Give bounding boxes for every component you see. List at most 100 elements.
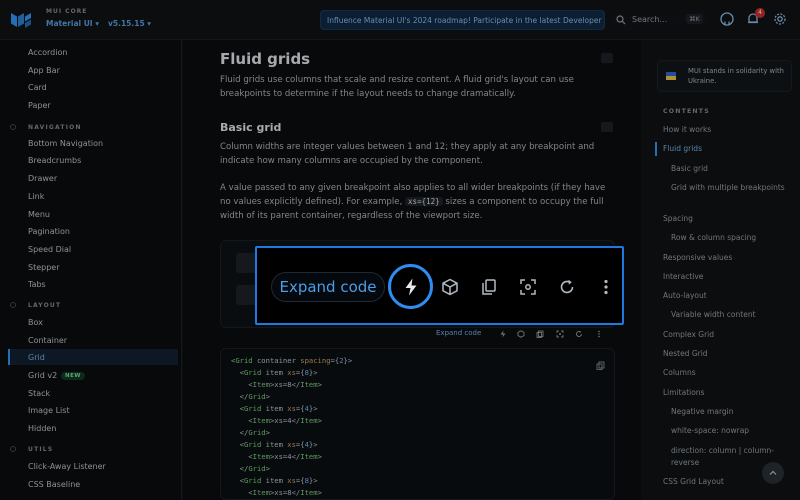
bolt-icon <box>405 278 417 296</box>
sidebar-item-menu[interactable]: Menu <box>28 210 50 219</box>
ukraine-flag-icon <box>666 72 676 80</box>
sidebar-item-accordion[interactable]: Accordion <box>28 48 67 57</box>
copy-icon <box>482 279 496 295</box>
toc-item[interactable]: Variable width content <box>671 309 789 321</box>
sidebar-item-grid-v2[interactable]: Grid v2 <box>28 371 57 380</box>
code-line: <Item>xs=4</Item> <box>231 416 322 425</box>
toc-item[interactable]: Responsive values <box>663 252 791 264</box>
expand-code-button[interactable]: Expand code <box>271 272 385 302</box>
code-line: <Grid container spacing={2}> <box>231 356 353 365</box>
sidebar-item-stack[interactable]: Stack <box>28 389 50 398</box>
sidebar-item-container[interactable]: Container <box>28 336 67 345</box>
screenshot-icon <box>520 279 536 295</box>
open-in-stackblitz-button[interactable] <box>388 264 433 309</box>
sidebar-item-app-bar[interactable]: App Bar <box>28 66 60 75</box>
toc-item[interactable]: Fluid grids <box>663 143 791 155</box>
search-icon <box>616 15 626 25</box>
sidebar-item-pagination[interactable]: Pagination <box>28 227 70 236</box>
sidebar-item-image-list[interactable]: Image List <box>28 406 70 415</box>
mini-screenshot-icon[interactable] <box>556 330 564 338</box>
edit-section-icon[interactable] <box>601 53 613 63</box>
code-line: <Grid item xs={4}> <box>231 404 318 413</box>
sidebar-item-speed-dial[interactable]: Speed Dial <box>28 245 71 254</box>
sidebar-item-grid[interactable]: Grid <box>28 353 45 362</box>
toc-item[interactable]: Spacing <box>663 213 791 225</box>
search-shortcut: ⌘K <box>686 14 703 24</box>
toc-item[interactable]: Row & column spacing <box>671 232 789 244</box>
reset-demo-button[interactable] <box>552 272 582 302</box>
toc-item[interactable]: Interactive <box>663 271 791 283</box>
copy-source-button[interactable] <box>474 272 504 302</box>
layout-section-icon <box>10 302 16 308</box>
toc-item[interactable]: Grid with multiple breakpoints <box>671 182 789 194</box>
more-options-button[interactable] <box>591 272 621 302</box>
sidebar-item-drawer[interactable]: Drawer <box>28 174 57 183</box>
sidebar-section-navigation: NAVIGATION <box>28 124 82 131</box>
copy-code-icon[interactable] <box>596 361 605 370</box>
code-block: <Grid container spacing={2}> <Grid item … <box>220 348 615 500</box>
mini-cube-icon[interactable] <box>517 330 525 338</box>
gear-icon[interactable] <box>773 12 787 26</box>
edit-section-icon-2[interactable] <box>601 122 613 132</box>
search-placeholder: Search... <box>632 15 668 24</box>
toc-item[interactable]: How it works <box>663 124 791 136</box>
survey-banner-link[interactable]: Influence Material UI's 2024 roadmap! Pa… <box>320 10 605 30</box>
navigation-section-icon <box>10 124 16 130</box>
mui-logo-icon[interactable] <box>10 10 32 30</box>
sidebar-item-click-away-listener[interactable]: Click-Away Listener <box>28 462 106 471</box>
mini-copy-icon[interactable] <box>536 330 544 338</box>
brand-label: MUI CORE <box>46 8 88 15</box>
ukraine-text: MUI stands in solidarity with Ukraine. <box>688 67 784 85</box>
sidebar-item-bottom-navigation[interactable]: Bottom Navigation <box>28 139 103 148</box>
mini-expand-code-button[interactable]: Expand code <box>436 329 481 337</box>
product-select[interactable]: Material UI ▾ <box>46 19 99 28</box>
toc-item[interactable]: Limitations <box>663 387 791 399</box>
code-lines: <Grid container spacing={2}> <Grid item … <box>231 355 604 499</box>
columns-paragraph: Column widths are integer values between… <box>220 142 595 166</box>
sidebar-item-breadcrumbs[interactable]: Breadcrumbs <box>28 156 81 165</box>
sidebar-item-tabs[interactable]: Tabs <box>28 280 46 289</box>
section-title-basic-grid: Basic grid <box>220 121 282 134</box>
code-line: </Grid> <box>231 464 270 473</box>
open-in-codesandbox-button[interactable] <box>435 272 465 302</box>
mini-more-icon[interactable] <box>595 330 603 338</box>
utils-section-icon <box>10 446 16 452</box>
sidebar-item-card[interactable]: Card <box>28 83 47 92</box>
sidebar-item-stepper[interactable]: Stepper <box>28 263 60 272</box>
sidebar-item-link[interactable]: Link <box>28 192 44 201</box>
toc-item[interactable]: white-space: nowrap <box>671 425 789 437</box>
mini-refresh-icon[interactable] <box>575 330 583 338</box>
toc-item[interactable]: Columns <box>663 367 791 379</box>
top-app-bar: MUI CORE Material UI ▾ v5.15.15 ▾ Influe… <box>0 0 800 40</box>
toc-item[interactable]: Auto-layout <box>663 290 791 302</box>
toc-active-indicator <box>655 142 657 156</box>
breakpoint-paragraph: A value passed to any given breakpoint a… <box>220 181 610 223</box>
toc-item[interactable]: Negative margin <box>671 406 789 418</box>
sidebar-section-utils: UTILS <box>28 446 54 453</box>
sidebar-item-hidden[interactable]: Hidden <box>28 424 56 433</box>
github-icon[interactable] <box>720 12 734 26</box>
sidebar-item-box[interactable]: Box <box>28 318 43 327</box>
code-line: </Grid> <box>231 428 270 437</box>
toc-item[interactable]: Complex Grid <box>663 329 791 341</box>
scroll-to-top-button[interactable] <box>762 462 784 484</box>
code-line: <Item>xs=8</Item> <box>231 380 322 389</box>
notification-count-badge: 4 <box>755 8 765 18</box>
table-of-contents: MUI stands in solidarity with Ukraine. C… <box>642 40 800 500</box>
inline-code: xs={12} <box>405 197 443 206</box>
side-navigation: Accordion App Bar Card Paper NAVIGATION … <box>0 40 182 500</box>
version-select[interactable]: v5.15.15 ▾ <box>108 19 151 28</box>
page-title: Fluid grids <box>220 50 311 68</box>
mini-bolt-icon[interactable] <box>499 330 507 338</box>
ukraine-solidarity-banner[interactable]: MUI stands in solidarity with Ukraine. <box>657 60 792 92</box>
toc-title: CONTENTS <box>663 108 710 115</box>
toc-item[interactable]: Nested Grid <box>663 348 791 360</box>
sidebar-item-paper[interactable]: Paper <box>28 101 51 110</box>
reset-focus-button[interactable] <box>513 272 543 302</box>
toc-item[interactable]: Basic grid <box>671 163 789 175</box>
more-vert-icon <box>604 279 608 295</box>
chevron-up-icon <box>769 470 777 475</box>
new-badge: NEW <box>61 372 85 380</box>
sidebar-item-css-baseline[interactable]: CSS Baseline <box>28 480 80 489</box>
code-line: <Item>xs=4</Item> <box>231 452 322 461</box>
